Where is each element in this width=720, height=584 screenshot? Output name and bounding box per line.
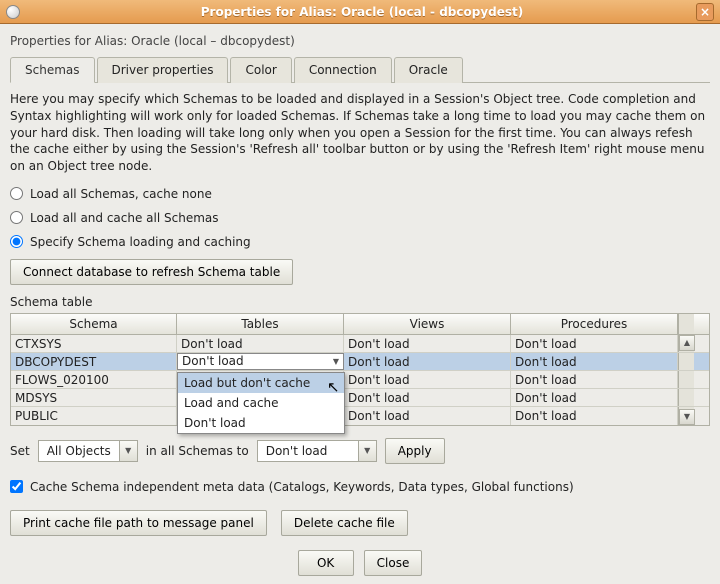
radio-label: Load all and cache all Schemas xyxy=(30,211,219,225)
info-text: Here you may specify which Schemas to be… xyxy=(10,91,710,175)
radio-load-cache-all[interactable]: Load all and cache all Schemas xyxy=(10,211,710,225)
table-row[interactable]: MDSYS Don't load Don't load Don't load xyxy=(11,389,709,407)
chevron-down-icon: ▼ xyxy=(333,357,339,366)
dropdown-option[interactable]: Don't load xyxy=(178,413,344,433)
page-title: Properties for Alias: Oracle (local – db… xyxy=(10,30,710,56)
schema-table-label: Schema table xyxy=(10,295,710,309)
dropdown-option[interactable]: Load and cache xyxy=(178,393,344,413)
scrollbar[interactable]: ▼ xyxy=(678,407,694,425)
schema-table: Schema Tables Views Procedures CTXSYS Do… xyxy=(10,313,710,426)
cell-procedures[interactable]: Don't load xyxy=(511,407,678,425)
tab-driver-properties[interactable]: Driver properties xyxy=(97,57,229,83)
cell-views[interactable]: Don't load xyxy=(344,407,511,425)
col-views[interactable]: Views xyxy=(344,314,511,334)
col-schema[interactable]: Schema xyxy=(11,314,177,334)
cell-schema: PUBLIC xyxy=(11,407,177,425)
cache-checkbox[interactable]: Cache Schema independent meta data (Cata… xyxy=(10,480,710,494)
cell-procedures[interactable]: Don't load xyxy=(511,353,678,370)
tab-schemas[interactable]: Schemas xyxy=(10,57,95,83)
table-body: CTXSYS Don't load Don't load Don't load … xyxy=(11,335,709,425)
cell-tables[interactable]: Don't load xyxy=(177,335,344,352)
tab-color[interactable]: Color xyxy=(230,57,291,83)
checkbox-input[interactable] xyxy=(10,480,23,493)
radio-label: Specify Schema loading and caching xyxy=(30,235,251,249)
tab-connection[interactable]: Connection xyxy=(294,57,392,83)
dropdown-option[interactable]: Load but don't cache xyxy=(178,373,344,393)
delete-cache-button[interactable]: Delete cache file xyxy=(281,510,408,536)
scroll-up-icon[interactable]: ▲ xyxy=(679,335,695,351)
cell-views[interactable]: Don't load xyxy=(344,335,511,352)
tab-bar: Schemas Driver properties Color Connecti… xyxy=(10,56,710,83)
connect-button[interactable]: Connect database to refresh Schema table xyxy=(10,259,293,285)
combo-value: Don't load xyxy=(182,354,244,368)
cell-schema: CTXSYS xyxy=(11,335,177,352)
radio-label: Load all Schemas, cache none xyxy=(30,187,212,201)
col-tables[interactable]: Tables xyxy=(177,314,344,334)
title-bar: Properties for Alias: Oracle (local - db… xyxy=(0,0,720,24)
radio-specify[interactable]: Specify Schema loading and caching xyxy=(10,235,710,249)
scroll-header-spacer xyxy=(678,314,694,334)
set-action-combo[interactable]: Don't load ▼ xyxy=(257,440,377,462)
window-title: Properties for Alias: Oracle (local - db… xyxy=(28,5,696,19)
close-button[interactable]: Close xyxy=(364,550,423,576)
cell-schema: DBCOPYDEST xyxy=(11,353,177,370)
scrollbar[interactable] xyxy=(678,353,694,370)
ok-button[interactable]: OK xyxy=(298,550,354,576)
chevron-down-icon[interactable]: ▼ xyxy=(119,441,137,461)
checkbox-label: Cache Schema independent meta data (Cata… xyxy=(30,480,574,494)
combo-value: All Objects xyxy=(39,444,119,458)
scrollbar[interactable]: ▲ xyxy=(678,335,694,352)
cell-views[interactable]: Don't load xyxy=(344,371,511,388)
scroll-down-icon[interactable]: ▼ xyxy=(679,409,695,425)
apply-button[interactable]: Apply xyxy=(385,438,445,464)
scrollbar[interactable] xyxy=(678,389,694,406)
cell-procedures[interactable]: Don't load xyxy=(511,389,678,406)
cell-schema: MDSYS xyxy=(11,389,177,406)
set-label: Set xyxy=(10,444,30,458)
radio-load-all-none[interactable]: Load all Schemas, cache none xyxy=(10,187,710,201)
table-row[interactable]: CTXSYS Don't load Don't load Don't load … xyxy=(11,335,709,353)
tab-oracle[interactable]: Oracle xyxy=(394,57,463,83)
app-icon xyxy=(6,5,20,19)
table-row[interactable]: PUBLIC Don't load Don't load Don't load … xyxy=(11,407,709,425)
in-all-label: in all Schemas to xyxy=(146,444,249,458)
table-row[interactable]: FLOWS_020100 Don't load Don't load Don't… xyxy=(11,371,709,389)
scrollbar[interactable] xyxy=(678,371,694,388)
col-procedures[interactable]: Procedures xyxy=(511,314,678,334)
cell-views[interactable]: Don't load xyxy=(344,389,511,406)
dropdown-menu[interactable]: Load but don't cache Load and cache Don'… xyxy=(177,372,345,434)
chevron-down-icon[interactable]: ▼ xyxy=(358,441,376,461)
cell-tables-combo[interactable]: Don't load ▼ xyxy=(177,353,344,370)
cell-schema: FLOWS_020100 xyxy=(11,371,177,388)
close-icon[interactable]: × xyxy=(696,3,714,21)
table-header: Schema Tables Views Procedures xyxy=(11,314,709,335)
set-object-combo[interactable]: All Objects ▼ xyxy=(38,440,138,462)
cell-views[interactable]: Don't load xyxy=(344,353,511,370)
cell-procedures[interactable]: Don't load xyxy=(511,335,678,352)
cell-procedures[interactable]: Don't load xyxy=(511,371,678,388)
table-row[interactable]: DBCOPYDEST Don't load ▼ Don't load Don't… xyxy=(11,353,709,371)
combo-value: Don't load xyxy=(258,444,358,458)
print-cache-button[interactable]: Print cache file path to message panel xyxy=(10,510,267,536)
